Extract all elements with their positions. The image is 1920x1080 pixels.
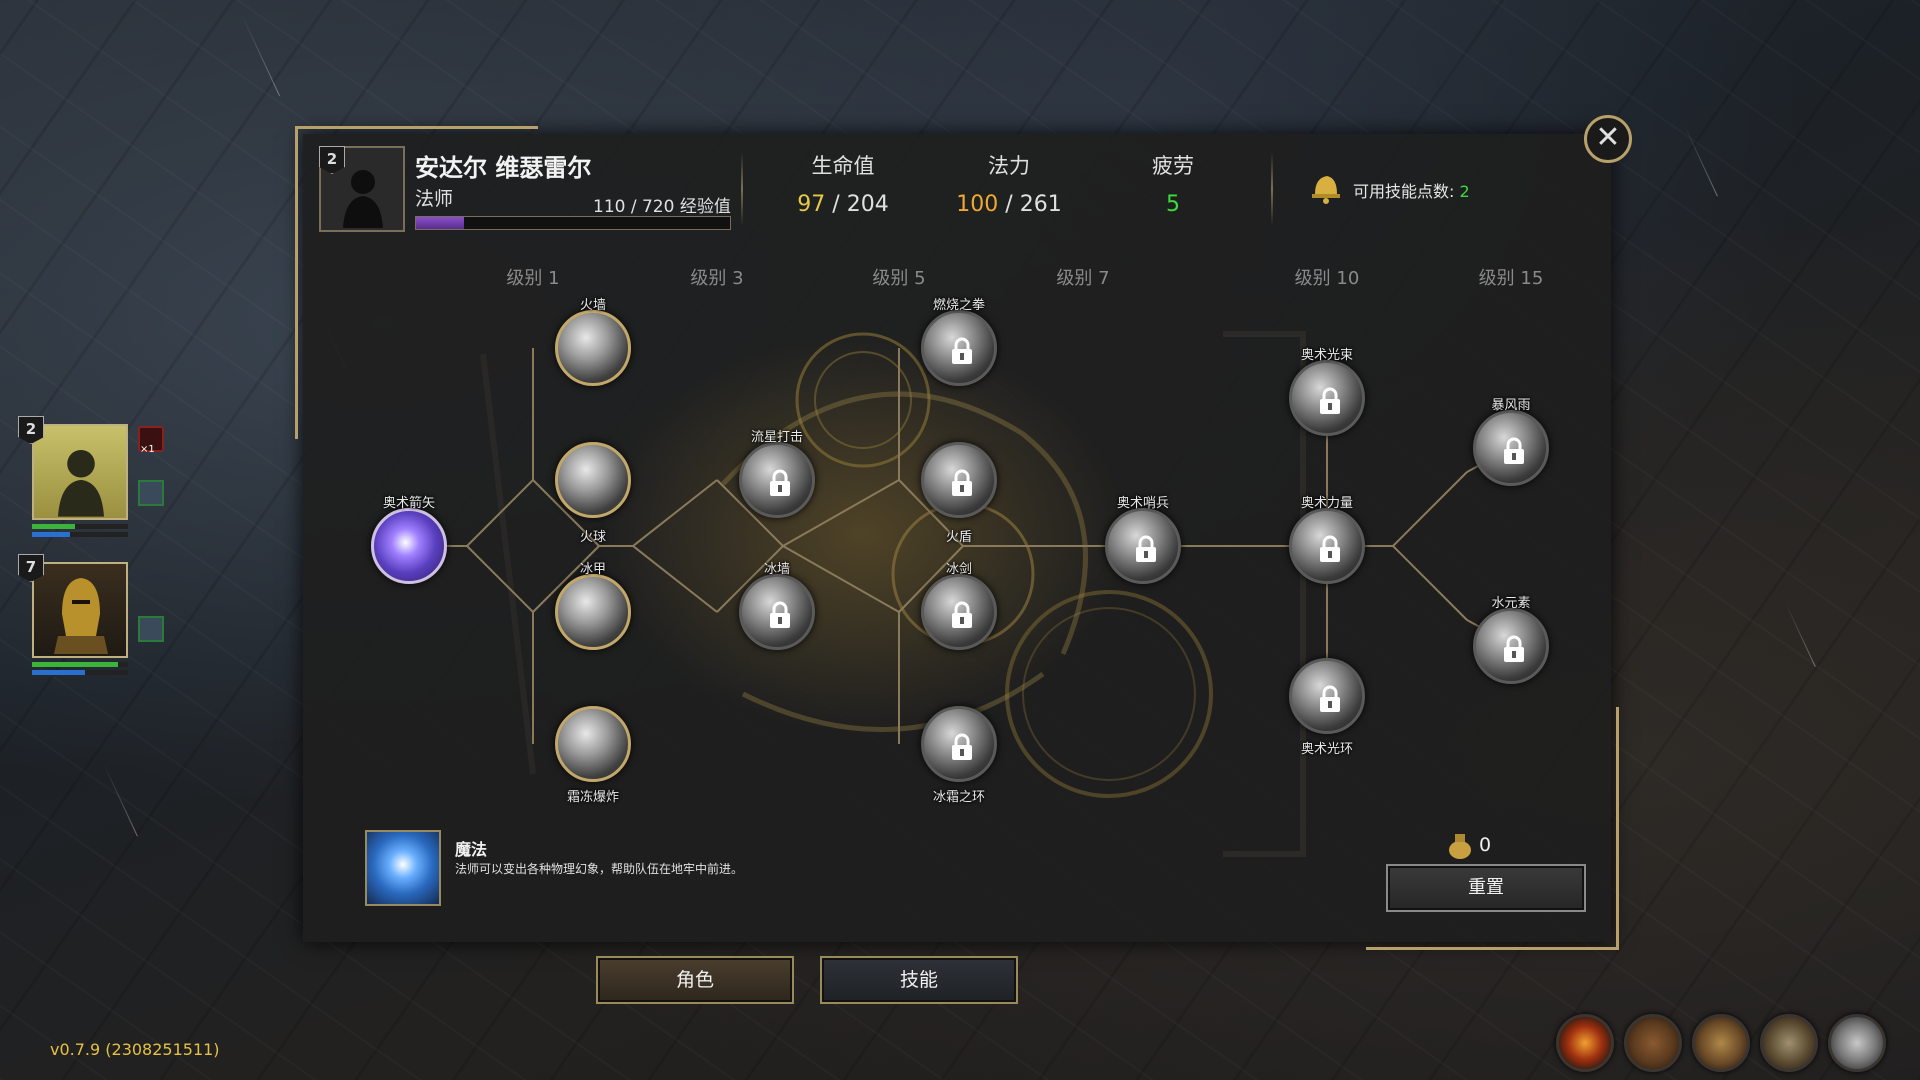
- skill-label: 冰墙: [763, 562, 790, 577]
- lock-icon: [1320, 535, 1340, 562]
- lock-icon: [1136, 535, 1156, 562]
- experience-bar: [415, 216, 731, 230]
- version-label: v0.7.9 (2308251511): [50, 1040, 220, 1059]
- skill-label: 奥术光束: [1300, 348, 1353, 363]
- tab-character[interactable]: 角色: [596, 956, 794, 1004]
- lock-icon: [952, 337, 972, 364]
- gold-pouch-icon: [1449, 834, 1471, 859]
- skill-node-ice-wall[interactable]: [739, 574, 815, 650]
- skill-node-arcane-halo[interactable]: [1289, 658, 1365, 734]
- skill-node-ice-armor[interactable]: [555, 574, 631, 650]
- close-button[interactable]: ✕: [1584, 115, 1632, 163]
- lock-icon: [1504, 437, 1524, 464]
- skill-label: 火墙: [579, 298, 606, 313]
- character-silhouette-icon: [58, 449, 104, 517]
- hp-label: 生命值: [811, 154, 875, 178]
- skill-label: 火球: [579, 530, 606, 545]
- skill-label: 奥术光环: [1300, 742, 1353, 757]
- backpack-icon[interactable]: [1624, 1014, 1682, 1072]
- hp-value: 97 / 204: [797, 192, 889, 217]
- skill-node-frost-blast[interactable]: [555, 706, 631, 782]
- skill-label: 奥术箭矢: [382, 496, 435, 511]
- party-hp-bar: [32, 662, 119, 667]
- skill-node-fire-shield[interactable]: [921, 442, 997, 518]
- skill-label: 火盾: [945, 530, 972, 545]
- skill-label: 燃烧之拳: [932, 298, 985, 313]
- lock-icon: [1320, 387, 1340, 414]
- skill-label: 冰剑: [945, 562, 972, 577]
- lock-icon: [1504, 635, 1524, 662]
- description-text: 法师可以变出各种物理幻象，帮助队伍在地牢中前进。: [455, 862, 744, 876]
- skill-node-burning-fist[interactable]: [921, 310, 997, 386]
- character-silhouette-icon: [343, 170, 383, 228]
- character-portrait: 2: [319, 146, 405, 232]
- character-class: 法师: [415, 188, 454, 210]
- settings-gear-icon[interactable]: [1828, 1014, 1886, 1072]
- skill-node-fireball[interactable]: [555, 442, 631, 518]
- fatigue-value: 5: [1166, 192, 1180, 217]
- header-divider: [1271, 152, 1273, 226]
- skill-node-meteor-strike[interactable]: [739, 442, 815, 518]
- skill-points-text: 可用技能点数: 2: [1353, 182, 1470, 201]
- skill-node-arcane-arrow[interactable]: [371, 508, 447, 584]
- skill-node-arcane-power[interactable]: [1289, 508, 1365, 584]
- skill-label: 冰甲: [579, 562, 606, 577]
- level-header: 级别 10: [1294, 268, 1360, 289]
- level-header: 级别 5: [872, 268, 926, 289]
- skill-node-frost-ring[interactable]: [921, 706, 997, 782]
- party-hp-bar: [32, 524, 76, 529]
- skill-label: 奥术哨兵: [1116, 496, 1169, 511]
- skill-node-fire-wall[interactable]: [555, 310, 631, 386]
- skill-node-arcane-sentinel[interactable]: [1105, 508, 1181, 584]
- skill-point-bell-icon: [1312, 176, 1340, 204]
- lock-icon: [770, 601, 790, 628]
- golden-helmet-icon: [54, 578, 108, 654]
- lock-icon: [952, 469, 972, 496]
- level-header: 级别 15: [1478, 268, 1544, 289]
- gold-count: 0: [1479, 834, 1492, 856]
- mana-label: 法力: [988, 154, 1030, 178]
- level-header: 级别 7: [1056, 268, 1110, 289]
- fatigue-label: 疲劳: [1152, 154, 1194, 178]
- mana-value: 100 / 261: [956, 192, 1062, 217]
- experience-bar-fill: [416, 217, 465, 229]
- spellbook-icon[interactable]: [1692, 1014, 1750, 1072]
- reset-button[interactable]: 重置: [1386, 864, 1586, 912]
- party-mana-bar: [32, 532, 71, 537]
- map-icon[interactable]: [1760, 1014, 1818, 1072]
- lock-icon: [952, 601, 972, 628]
- skill-label: 水元素: [1491, 596, 1531, 611]
- skill-node-water-elemental[interactable]: [1473, 608, 1549, 684]
- ability-icon[interactable]: [138, 480, 164, 506]
- lock-icon: [952, 733, 972, 760]
- tab-skills[interactable]: 技能: [820, 956, 1018, 1004]
- skill-label: 流星打击: [750, 430, 803, 445]
- skill-node-ice-sword[interactable]: [921, 574, 997, 650]
- lock-icon: [1320, 685, 1340, 712]
- party-member-mage-portrait[interactable]: [32, 424, 128, 520]
- ability-icon[interactable]: [138, 616, 164, 642]
- party-mana-bar: [32, 670, 85, 675]
- level-header: 级别 3: [690, 268, 744, 289]
- skill-label: 霜冻爆炸: [566, 790, 619, 805]
- campfire-icon[interactable]: [1556, 1014, 1614, 1072]
- skill-node-arcane-beam[interactable]: [1289, 360, 1365, 436]
- character-name: 安达尔 维瑟雷尔: [415, 154, 592, 182]
- skill-label: 冰霜之环: [932, 790, 985, 805]
- lock-icon: [770, 469, 790, 496]
- description-title: 魔法: [455, 840, 488, 859]
- skill-label: 奥术力量: [1300, 496, 1353, 511]
- skill-label: 暴风雨: [1491, 398, 1531, 413]
- character-level-badge: 2: [319, 146, 345, 174]
- experience-text: 110 / 720 经验值: [593, 197, 731, 217]
- skill-node-storm[interactable]: [1473, 410, 1549, 486]
- level-header: 级别 1: [506, 268, 560, 289]
- skill-tree-panel: 2 安达尔 维瑟雷尔 法师 110 / 720 经验值 生命值 97 / 204…: [295, 126, 1619, 950]
- magic-school-icon: [365, 830, 441, 906]
- header-divider: [741, 152, 743, 226]
- party-member-knight-portrait[interactable]: [32, 562, 128, 658]
- status-stack-count: ×1: [140, 444, 155, 455]
